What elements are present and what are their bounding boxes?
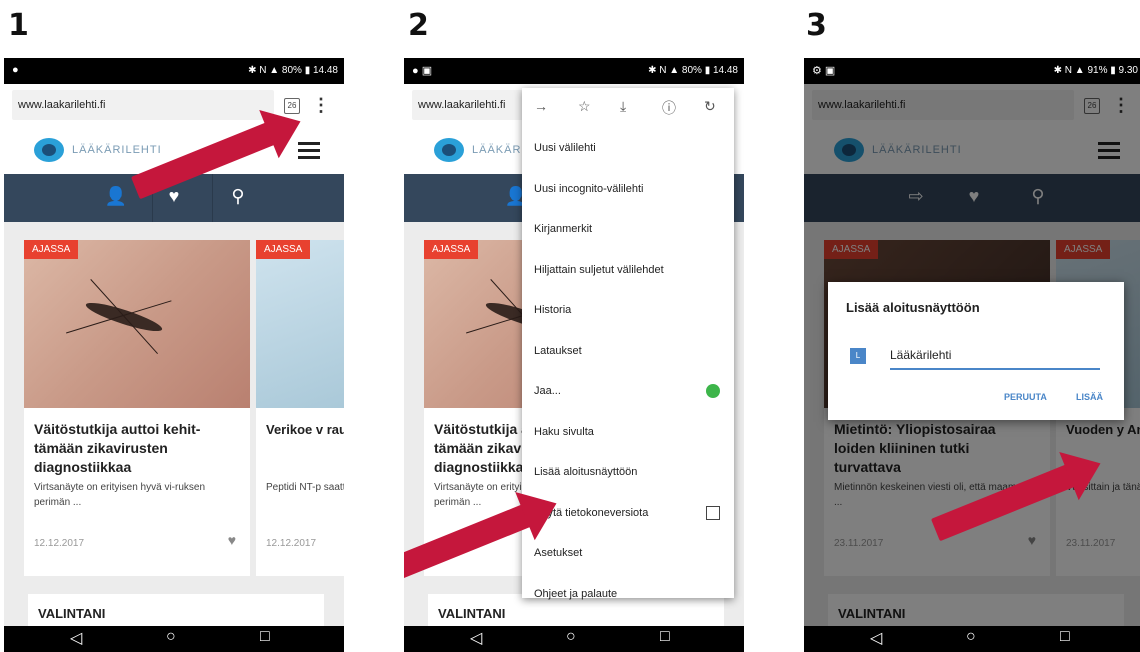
recents-icon[interactable]: □	[1060, 628, 1070, 646]
status-indicators: ✱ N ▲ 91% ▮ 9.30	[1053, 65, 1138, 76]
shortcut-name-input[interactable]: Lääkärilehti	[890, 342, 1100, 370]
forward-icon[interactable]: →	[534, 98, 548, 114]
section-title: VALINTANI	[28, 594, 324, 626]
address-bar[interactable]: www.laakarilehti.fi	[12, 90, 274, 120]
phone-screenshot-1: ● ✱ N ▲ 80% ▮ 14.48 www.laakarilehti.fi …	[4, 58, 344, 652]
status-bar: ⚙ ▣ ✱ N ▲ 91% ▮ 9.30	[804, 58, 1140, 84]
menu-item-history[interactable]: Historia	[522, 290, 734, 331]
notification-icon: ● ▣	[412, 65, 433, 77]
article-date: 12.12.2017	[34, 538, 85, 549]
back-icon[interactable]: ◁	[470, 628, 482, 648]
step-number-1: 1	[8, 8, 29, 43]
back-icon[interactable]: ◁	[870, 628, 882, 648]
site-logo-icon	[434, 138, 464, 162]
status-indicators: ✱ N ▲ 80% ▮ 14.48	[248, 65, 338, 76]
menu-item-add-to-home-screen[interactable]: Lisää aloitusnäyttöön	[522, 452, 734, 493]
home-icon[interactable]: ○	[566, 628, 576, 646]
menu-item-bookmarks[interactable]: Kirjanmerkit	[522, 209, 734, 250]
more-menu-icon[interactable]: ⋮	[312, 94, 330, 116]
bookmark-star-icon[interactable]: ☆	[578, 98, 591, 115]
status-bar: ● ▣ ✱ N ▲ 80% ▮ 14.48	[404, 58, 744, 84]
menu-item-new-tab[interactable]: Uusi välilehti	[522, 128, 734, 169]
android-nav-bar: ◁ ○ □	[804, 626, 1140, 652]
cancel-button[interactable]: PERUUTA	[1004, 392, 1047, 402]
category-tag: AJASSA	[24, 240, 79, 259]
category-tag: AJASSA	[424, 240, 479, 259]
dialog-title: Lisää aloitusnäyttöön	[846, 300, 980, 315]
step-number-2: 2	[408, 8, 429, 43]
notification-icon: ●	[12, 64, 19, 76]
menu-item-help-feedback[interactable]: Ohjeet ja palaute	[522, 574, 734, 615]
status-indicators: ✱ N ▲ 80% ▮ 14.48	[648, 65, 738, 76]
add-to-home-dialog: Lisää aloitusnäyttöön L Lääkärilehti PER…	[828, 282, 1124, 420]
menu-item-share[interactable]: Jaa...	[522, 371, 734, 412]
article-carousel: AJASSA Väitöstutkija auttoi kehit-tämään…	[4, 222, 344, 626]
article-title: Väitöstutkija auttoi kehit-tämään zikavi…	[34, 421, 201, 475]
site-logo-text: LÄÄKÄRILEHTI	[72, 144, 162, 156]
article-card[interactable]: AJASSA Väitöstutkija auttoi kehit-tämään…	[24, 240, 250, 576]
user-icon[interactable]: 👤	[96, 186, 136, 207]
article-card[interactable]: AJASSA Verikoe v rauden ris kemmin Pepti…	[256, 240, 344, 576]
add-button[interactable]: LISÄÄ	[1076, 392, 1103, 402]
article-image	[24, 240, 250, 408]
info-icon[interactable]: ⓘ	[662, 98, 676, 118]
article-image	[256, 240, 344, 408]
phone-screenshot-2: ● ▣ ✱ N ▲ 80% ▮ 14.48 www.laakarilehti.f…	[404, 58, 744, 652]
android-nav-bar: ◁ ○ □	[404, 626, 744, 652]
site-favicon: L	[850, 348, 866, 364]
android-nav-bar: ◁ ○ □	[4, 626, 344, 652]
favorite-heart-icon[interactable]: ♥	[228, 532, 236, 548]
refresh-icon[interactable]: ↻	[704, 98, 716, 115]
menu-item-settings[interactable]: Asetukset	[522, 533, 734, 574]
download-icon[interactable]: ⤓	[620, 98, 626, 115]
article-title: Verikoe v rauden ris kemmin	[266, 422, 344, 437]
menu-item-downloads[interactable]: Lataukset	[522, 331, 734, 372]
home-icon[interactable]: ○	[166, 628, 176, 646]
recents-icon[interactable]: □	[660, 628, 670, 646]
step-number-3: 3	[806, 8, 827, 43]
site-logo-icon	[34, 138, 64, 162]
menu-item-new-incognito-tab[interactable]: Uusi incognito-välilehti	[522, 169, 734, 210]
whatsapp-icon	[706, 384, 720, 398]
status-bar: ● ✱ N ▲ 80% ▮ 14.48	[4, 58, 344, 84]
back-icon[interactable]: ◁	[70, 628, 82, 648]
menu-toolbar: → ☆ ⤓ ⓘ ↻	[522, 88, 734, 128]
menu-item-label: Jaa...	[534, 385, 561, 397]
category-tag: AJASSA	[256, 240, 311, 259]
menu-item-recent-tabs[interactable]: Hiljattain suljetut välilehdet	[522, 250, 734, 291]
article-date: 12.12.2017	[266, 538, 317, 549]
search-icon[interactable]: ⚲	[218, 186, 258, 207]
notification-icon: ⚙ ▣	[812, 65, 836, 77]
article-description: Virtsanäyte on erityisen hyvä vi-ruksen …	[34, 482, 206, 508]
recents-icon[interactable]: □	[260, 628, 270, 646]
checkbox[interactable]	[706, 505, 720, 520]
menu-item-find-in-page[interactable]: Haku sivulta	[522, 412, 734, 453]
phone-screenshot-3: ⚙ ▣ ✱ N ▲ 91% ▮ 9.30 www.laakarilehti.fi…	[804, 58, 1140, 652]
article-description: Peptidi NT-p saattavat oll	[266, 482, 344, 493]
home-icon[interactable]: ○	[966, 628, 976, 646]
